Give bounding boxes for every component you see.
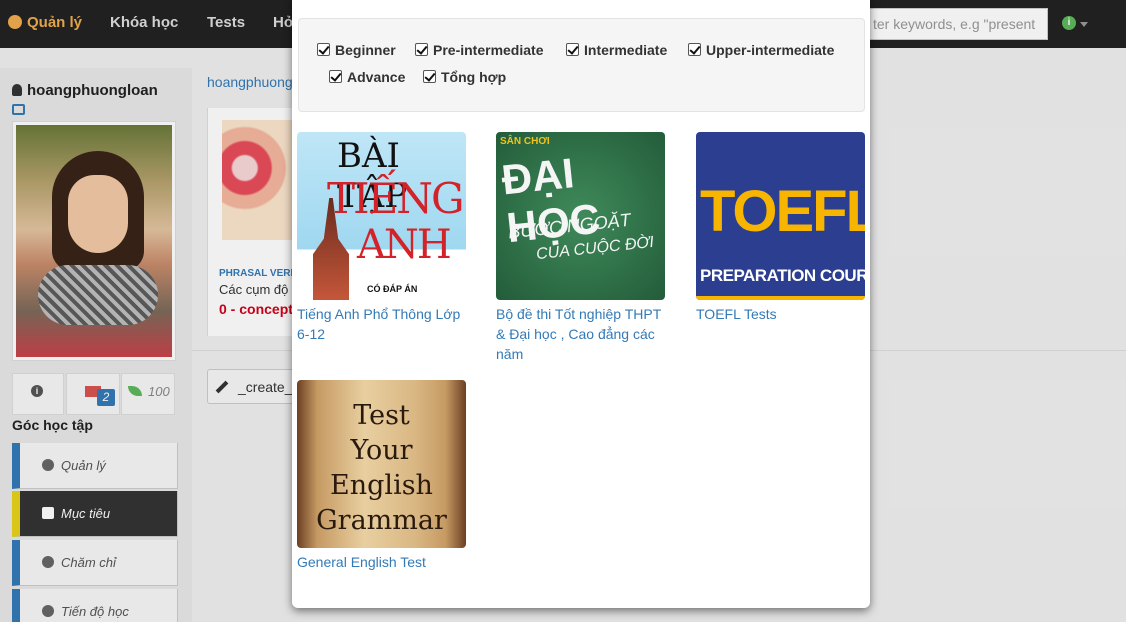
filter-label: Tổng hợp [441,69,507,85]
checkbox-checked-icon [329,70,342,83]
level-filter-panel: Beginner Pre-intermediate Intermediate U… [298,18,865,112]
cover-text: TIẾNG [327,174,465,223]
course-title-link[interactable]: Bộ đề thi Tốt nghiệp THPT & Đại học , Ca… [496,304,668,364]
cover-text: Test [353,400,410,431]
course-picker-modal: Beginner Pre-intermediate Intermediate U… [292,0,870,608]
cover-text: PREPARATION COURSE [700,266,865,285]
course-title-link[interactable]: General English Test [297,552,469,572]
cover-text: Grammar [316,505,447,536]
cover-text: SÂN CHƠI [500,136,550,147]
cover-stripe [696,296,865,300]
course-cover-image[interactable]: TOEFL PREPARATION COURSE [696,132,865,300]
filter-label: Pre-intermediate [433,42,544,58]
checkbox-checked-icon [566,43,579,56]
filter-label: Intermediate [584,42,668,58]
filter-label: Upper-intermediate [706,42,835,58]
filter-label: Beginner [335,42,396,58]
cover-text: TOEFL [700,179,865,244]
course-cover-image[interactable]: SÂN CHƠI ĐẠI HỌC BƯỚC NGOẶT CỦA CUỘC ĐỜI [496,132,665,300]
course-title-link[interactable]: Tiếng Anh Phổ Thông Lớp 6-12 [297,304,469,344]
cover-text: ANH [357,222,452,268]
course-cover-image[interactable]: BÀI TẬP TIẾNG ANH CÓ ĐÁP ÁN [297,132,466,300]
course-cover-image[interactable]: Test Your English Grammar [297,380,466,548]
course-title-link[interactable]: TOEFL Tests [696,304,868,324]
cover-text: CÓ ĐÁP ÁN [367,284,418,294]
checkbox-checked-icon [317,43,330,56]
cover-text: English [330,470,433,501]
checkbox-checked-icon [415,43,428,56]
checkbox-checked-icon [688,43,701,56]
checkbox-checked-icon [423,70,436,83]
cover-text: Your [350,435,413,466]
filter-label: Advance [347,69,406,85]
